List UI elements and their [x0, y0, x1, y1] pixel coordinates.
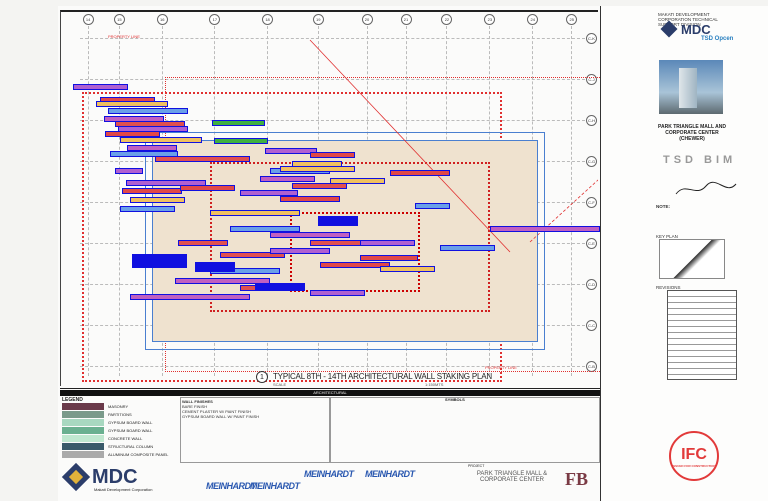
annotation-tag[interactable]	[260, 176, 315, 182]
wall-type-label: ALUMINUM COMPOSITE PANEL	[108, 452, 169, 457]
annotation-tag[interactable]	[360, 255, 418, 261]
wall-type-label: GYPSUM BOARD WALL	[108, 428, 153, 433]
wall-type-label: GYPSUM BOARD WALL	[108, 420, 153, 425]
plan-scale-label: SCALE	[273, 382, 287, 387]
consultant-logo: MEINHARDT	[250, 481, 300, 491]
annotation-tag[interactable]	[310, 152, 355, 158]
annotation-tag[interactable]	[360, 240, 415, 246]
annotation-tag[interactable]	[490, 226, 600, 232]
annotation-tag[interactable]	[280, 166, 355, 172]
annotation-tag[interactable]	[130, 197, 185, 203]
consultant-logo: MEINHARDT	[365, 469, 415, 479]
annotation-tag[interactable]	[310, 290, 365, 296]
mdc-full-name: Makati Development Corporation	[94, 487, 153, 492]
wall-type-swatch	[62, 435, 104, 442]
project-name: PARK TRIANGLE MALL AND CORPORATE CENTER …	[658, 124, 726, 142]
signature	[675, 181, 737, 195]
wall-type-swatch	[62, 451, 104, 458]
wall-type-swatch	[62, 411, 104, 418]
annotation-tag[interactable]	[212, 120, 265, 126]
annotation-tag-cluster[interactable]	[195, 262, 235, 272]
owner-logo: FB	[565, 469, 589, 489]
annotation-tag[interactable]	[120, 206, 175, 212]
annotation-tag[interactable]	[415, 203, 450, 209]
annotation-tag[interactable]	[180, 185, 235, 191]
annotation-tag[interactable]	[214, 138, 268, 144]
key-plan	[659, 239, 725, 279]
annotation-tag[interactable]	[127, 145, 177, 151]
mdc-logo: MDC	[681, 22, 711, 37]
annotation-tag-cluster[interactable]	[318, 216, 358, 226]
ifc-stamp: IFC ISSUED FOR CONSTRUCTION	[669, 431, 719, 481]
mdc-logo-icon	[61, 462, 91, 492]
annotation-tag[interactable]	[280, 196, 340, 202]
annotation-tag[interactable]	[178, 240, 228, 246]
wall-type-label: PARTITIONS	[108, 412, 132, 417]
wall-finish-item: GYPSUM BOARD WALL W/ PAINT FINISH	[182, 414, 260, 419]
plan-number-bubble: 1	[256, 371, 268, 383]
project-label: PROJECT	[468, 464, 485, 468]
consultant-logo: MEINHARDT	[304, 469, 354, 479]
wall-type-swatch	[62, 403, 104, 410]
annotation-tag[interactable]	[390, 170, 450, 176]
annotation-tag[interactable]	[96, 101, 168, 107]
annotation-tag[interactable]	[380, 266, 435, 272]
division-label: TSD Opcen	[701, 36, 734, 42]
wall-types-legend: MASONRY PARTITIONS GYPSUM BOARD WALL GYPSUM…	[60, 403, 180, 463]
bim-label: TSD BIM	[663, 154, 737, 166]
annotation-tag[interactable]	[73, 84, 128, 90]
legend-panel: ARCHITECTURAL LEGEND MASONRY PARTITIONS GY…	[60, 388, 600, 501]
wall-type-label: STRUCTURAL COLUMN	[108, 444, 154, 449]
annotation-tag[interactable]	[330, 178, 385, 184]
annotation-tag[interactable]	[120, 137, 202, 143]
plan-title: TYPICAL 8TH - 14TH ARCHITECTURAL WALL ST…	[273, 372, 492, 381]
wall-type-swatch	[62, 443, 104, 450]
wall-finishes-box: WALL FINISHES BARE FINISH CEMENT PLASTER…	[180, 397, 330, 463]
annotation-tag-cluster[interactable]	[132, 254, 187, 268]
architectural-header: ARCHITECTURAL	[60, 390, 600, 396]
annotation-tag[interactable]	[270, 232, 350, 238]
floor-plan-canvas[interactable]: 14 15 16 17 18 19 20 21 22 23 24 25 C-K C-J C-H C-G C-F C…	[60, 12, 610, 384]
annotation-tag[interactable]	[108, 108, 188, 114]
annotation-tag[interactable]	[210, 210, 300, 216]
symbols-box	[330, 397, 600, 463]
annotation-tag[interactable]	[270, 248, 330, 254]
mdc-logo-large: MDC	[92, 466, 138, 488]
revisions-table	[667, 290, 737, 380]
annotation-tag[interactable]	[130, 294, 250, 300]
wall-type-label: CONCRETE WALL	[108, 436, 143, 441]
note-label: NOTE:	[656, 204, 670, 209]
project-rendering	[659, 60, 723, 114]
plan-scale: 1:150MTS	[425, 382, 444, 387]
annotation-tag[interactable]	[440, 245, 495, 251]
legend-project-name: PARK TRIANGLE MALL & CORPORATE CENTER	[476, 471, 548, 483]
annotation-tag[interactable]	[115, 168, 143, 174]
wall-type-swatch	[62, 427, 104, 434]
annotation-tag-cluster[interactable]	[255, 283, 305, 291]
consultant-logo: MEINHARDT	[206, 481, 256, 491]
title-block: MAKATI DEVELOPMENT CORPORATION TECHNICAL…	[600, 6, 768, 501]
annotation-tag[interactable]	[155, 156, 250, 162]
wall-type-swatch	[62, 419, 104, 426]
annotation-tag[interactable]	[122, 188, 182, 194]
wall-type-label: MASONRY	[108, 404, 129, 409]
